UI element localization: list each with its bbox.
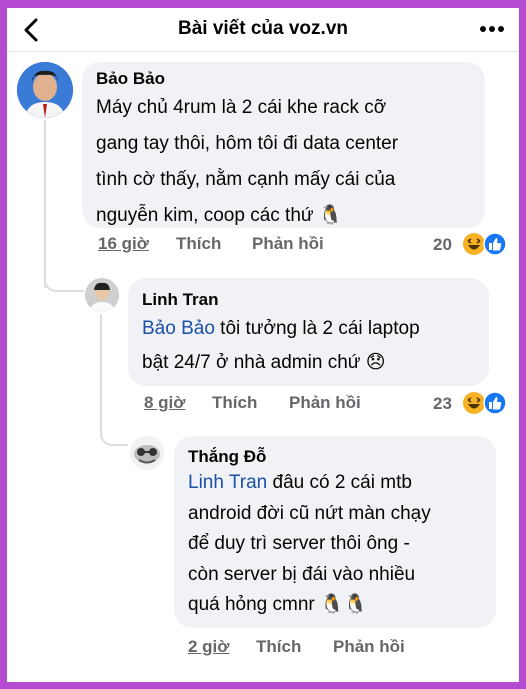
reply-link[interactable]: Phản hồi (333, 637, 405, 657)
top-bar: Bài viết của voz.vn (7, 8, 519, 52)
avatar[interactable] (85, 278, 119, 312)
reactions-summary[interactable] (463, 232, 507, 256)
haha-icon (463, 392, 485, 414)
avatar[interactable] (17, 62, 73, 118)
thread-line (100, 314, 102, 438)
mention-link[interactable]: Linh Tran (188, 472, 267, 493)
comment-actions: 16 giờ Thích Phản hồi (98, 234, 398, 258)
comment-author[interactable]: Bảo Bảo (96, 68, 471, 90)
mention-link[interactable]: Bảo Bảo (142, 318, 215, 339)
thread-elbow (44, 270, 84, 292)
page-title: Bài viết của voz.vn (177, 18, 348, 39)
like-link[interactable]: Thích (176, 234, 221, 254)
comment-actions: 8 giờ Thích Phản hồi (144, 393, 404, 417)
like-link[interactable]: Thích (212, 393, 257, 413)
reply-link[interactable]: Phản hồi (252, 234, 324, 254)
like-icon (483, 232, 507, 256)
comment-text: Bảo Bảo tôi tưởng là 2 cái laptop bật 24… (142, 312, 475, 380)
like-icon (483, 391, 507, 415)
comment-thread-screen: Bài viết của voz.vn Bảo Bảo Máy chủ 4rum… (7, 8, 519, 682)
comment-line: tôi tưởng là 2 cái laptop (214, 318, 420, 339)
more-options-icon[interactable] (479, 22, 505, 36)
reaction-count[interactable]: 23 (433, 394, 452, 414)
comment-line: nguyễn kim, coop các thứ 🐧 (96, 205, 343, 226)
comment-text: Linh Tran đâu có 2 cái mtb android đời c… (188, 468, 482, 621)
thread-line (44, 120, 46, 288)
comment-time[interactable]: 8 giờ (144, 393, 185, 413)
comment-author[interactable]: Linh Tran (142, 290, 475, 310)
comment-line: Máy chủ 4rum là 2 cái khe rack cỡ (96, 97, 387, 118)
comment-line: gang tay thôi, hôm tôi đi data center (96, 133, 399, 154)
comment-time[interactable]: 16 giờ (98, 234, 149, 254)
thread-elbow (100, 424, 128, 446)
comment-author[interactable]: Thắng Đỗ (188, 446, 482, 468)
comment-bubble: Linh Tran Bảo Bảo tôi tưởng là 2 cái lap… (128, 278, 489, 386)
avatar[interactable] (130, 436, 164, 470)
comment-line: bật 24/7 ở nhà admin chứ 😞 (142, 352, 386, 373)
comment-line: quá hỏng cmnr 🐧🐧 (188, 594, 368, 615)
comment-time[interactable]: 2 giờ (188, 637, 229, 657)
comment-line: còn server bị đái vào nhiều (188, 563, 416, 585)
comment-line: để duy trì server thôi ông - (188, 533, 410, 554)
comment-line: android đời cũ nứt màn chạy (188, 502, 431, 524)
like-link[interactable]: Thích (256, 637, 301, 657)
comment-actions: 2 giờ Thích Phản hồi (188, 637, 448, 661)
comment-text: Máy chủ 4rum là 2 cái khe rack cỡ gang t… (96, 90, 471, 234)
comment-bubble: Bảo Bảo Máy chủ 4rum là 2 cái khe rack c… (82, 62, 485, 228)
reply-link[interactable]: Phản hồi (289, 393, 361, 413)
haha-icon (463, 233, 485, 255)
comment-bubble: Thắng Đỗ Linh Tran đâu có 2 cái mtb andr… (174, 436, 496, 628)
comment-line: đâu có 2 cái mtb (267, 472, 412, 493)
reaction-count[interactable]: 20 (433, 235, 452, 255)
reactions-summary[interactable] (463, 391, 507, 415)
comment-line: tình cờ thấy, nằm cạnh mấy cái của (96, 169, 396, 190)
